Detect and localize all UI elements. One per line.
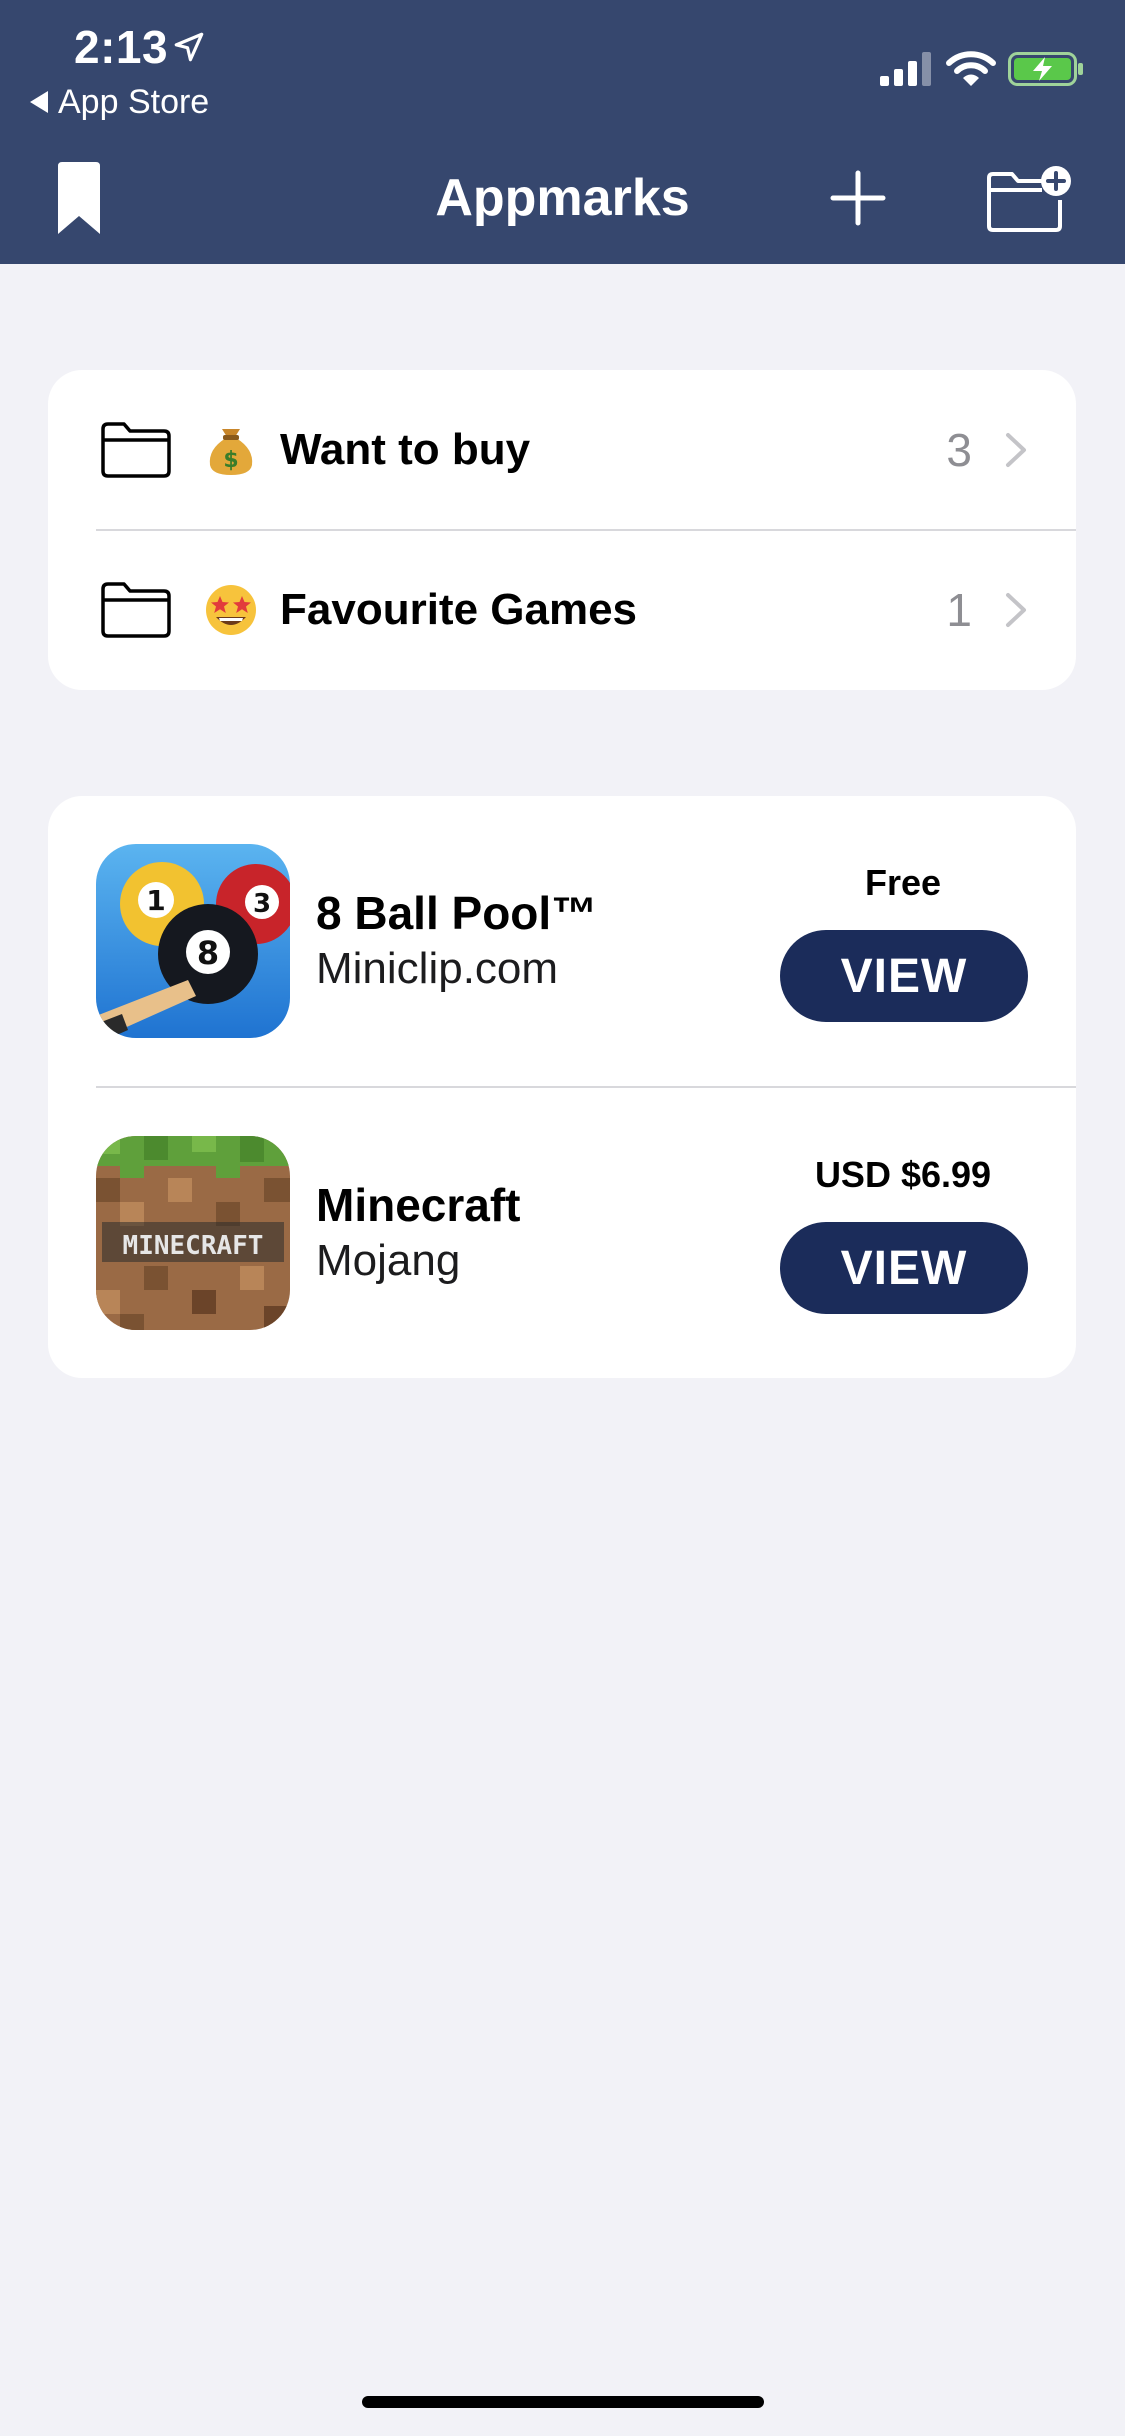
minecraft-app-icon: MINECRAFT — [96, 1136, 290, 1330]
folder-row-favourite-games[interactable]: Favourite Games 1 — [48, 530, 1076, 690]
svg-text:8: 8 — [197, 934, 219, 972]
folder-name: Want to buy — [280, 425, 531, 474]
view-button[interactable]: VIEW — [780, 1222, 1028, 1314]
money-bag-emoji: $ — [209, 429, 253, 475]
svg-text:3: 3 — [253, 889, 271, 919]
app-name: Minecraft — [316, 1179, 521, 1231]
app-price: Free — [864, 862, 942, 903]
app-price: USD $6.99 — [814, 1154, 992, 1195]
svg-text:1: 1 — [146, 884, 165, 917]
back-app-label: App Store — [58, 82, 210, 121]
plus-icon[interactable] — [830, 170, 886, 226]
folder-icon — [101, 422, 171, 478]
chevron-right-icon — [1006, 433, 1026, 467]
back-triangle-icon — [30, 91, 48, 113]
star-struck-emoji — [206, 585, 256, 635]
folder-icon — [101, 582, 171, 638]
folder-count: 1 — [946, 584, 972, 636]
app-row-minecraft[interactable]: MINECRAFT Minecraft Mojang USD $6.99 VIE… — [48, 1088, 1076, 1378]
home-indicator[interactable] — [362, 2396, 764, 2408]
folder-name: Favourite Games — [280, 585, 638, 634]
folders-list: $ Want to buy 3 Favourite Games 1 — [48, 370, 1076, 690]
header-bar: 2:13 App Store Appmarks — [0, 0, 1125, 264]
back-to-app-store-link[interactable]: App Store — [30, 80, 209, 124]
view-button[interactable]: VIEW — [780, 930, 1028, 1022]
app-name: 8 Ball Pool™ — [316, 887, 598, 939]
apps-list: 1 3 8 8 Ball Pool™ Miniclip.com Free VIE… — [48, 796, 1076, 1378]
page-title: Appmarks — [435, 169, 690, 227]
svg-text:$: $ — [223, 448, 238, 473]
app-row-8-ball-pool[interactable]: 1 3 8 8 Ball Pool™ Miniclip.com Free VIE… — [48, 796, 1076, 1086]
app-developer: Mojang — [316, 1236, 461, 1285]
8-ball-pool-app-icon: 1 3 8 — [96, 844, 290, 1038]
new-folder-icon[interactable] — [986, 164, 1074, 232]
battery-charging-icon — [1008, 52, 1083, 86]
chevron-right-icon — [1006, 593, 1026, 627]
location-arrow-icon — [174, 32, 204, 62]
status-time: 2:13 — [74, 21, 169, 73]
folder-row-want-to-buy[interactable]: $ Want to buy 3 — [48, 370, 1076, 530]
folder-count: 3 — [946, 424, 972, 476]
cellular-signal-icon — [880, 52, 931, 86]
wifi-icon — [946, 51, 996, 86]
svg-text:MINECRAFT: MINECRAFT — [123, 1231, 264, 1261]
app-developer: Miniclip.com — [316, 944, 559, 993]
